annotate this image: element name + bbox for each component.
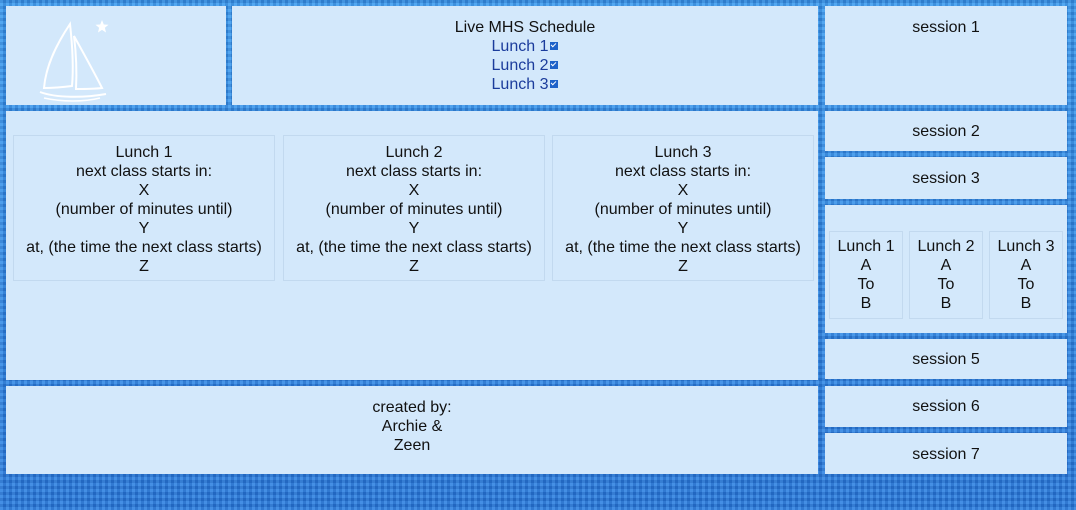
lunch-1-toggle[interactable]: Lunch 1 <box>232 37 818 56</box>
next-class-label: next class starts in: <box>614 163 752 180</box>
end-value: B <box>860 295 872 312</box>
end-value: B <box>1020 295 1032 312</box>
checkbox-icon[interactable] <box>550 80 559 88</box>
time-description: at, (the time the next class starts) <box>26 239 262 256</box>
session-7-panel: session 7 <box>825 433 1067 474</box>
lunch-2-countdown: Lunch 2 next class starts in: X (number … <box>283 135 545 281</box>
session-4-lunch-2: Lunch 2 A To B <box>909 231 983 319</box>
credits-name-1: Archie & <box>381 418 443 435</box>
minutes-description: (number of minutes until) <box>594 201 772 218</box>
session-6-panel: session 6 <box>825 386 1067 427</box>
credits-name-2: Zeen <box>393 437 431 454</box>
minutes-description: (number of minutes until) <box>325 201 503 218</box>
lunch-name: Lunch 1 <box>837 238 895 255</box>
minutes-description: (number of minutes until) <box>55 201 233 218</box>
session-7-label: session 7 <box>912 446 980 463</box>
minutes-value: X <box>138 182 150 199</box>
next-class-label: next class starts in: <box>345 163 483 180</box>
sailboat-logo-icon <box>39 20 109 102</box>
lunch-1-label[interactable]: Lunch 1 <box>492 38 549 55</box>
session-4-lunch-panel: Lunch 1 A To B Lunch 2 A To B Lunch 3 A … <box>825 205 1067 333</box>
lunch-2-toggle[interactable]: Lunch 2 <box>232 56 818 75</box>
session-3-panel: session 3 <box>825 157 1067 199</box>
session-4-lunch-3: Lunch 3 A To B <box>989 231 1063 319</box>
next-class-label: next class starts in: <box>75 163 213 180</box>
logo-panel <box>6 6 226 105</box>
lunch-name: Lunch 3 <box>654 144 712 161</box>
lunch-3-countdown: Lunch 3 next class starts in: X (number … <box>552 135 814 281</box>
session-2-panel: session 2 <box>825 111 1067 151</box>
time-value: Y <box>677 220 689 237</box>
lunch-name: Lunch 2 <box>385 144 443 161</box>
session-5-panel: session 5 <box>825 339 1067 379</box>
session-1-panel: session 1 <box>825 6 1067 105</box>
to-label: To <box>1017 276 1035 293</box>
z-value: Z <box>678 258 688 275</box>
session-4-lunch-1: Lunch 1 A To B <box>829 231 903 319</box>
credits-footer: created by: Archie & Zeen <box>6 386 818 474</box>
time-description: at, (the time the next class starts) <box>565 239 801 256</box>
start-value: A <box>940 257 952 274</box>
start-value: A <box>1020 257 1032 274</box>
lunch-name: Lunch 2 <box>917 238 975 255</box>
checkbox-icon[interactable] <box>550 61 559 69</box>
session-3-label: session 3 <box>912 170 980 187</box>
session-2-label: session 2 <box>912 123 980 140</box>
time-value: Y <box>138 220 150 237</box>
start-value: A <box>860 257 872 274</box>
z-value: Z <box>409 258 419 275</box>
to-label: To <box>857 276 875 293</box>
session-5-label: session 5 <box>912 351 980 368</box>
credits-label: created by: <box>372 399 452 416</box>
lunch-3-label[interactable]: Lunch 3 <box>492 76 549 93</box>
schedule-header: Live MHS Schedule Lunch 1 Lunch 2 Lunch … <box>232 6 818 105</box>
lunch-2-label[interactable]: Lunch 2 <box>492 57 549 74</box>
lunch-countdown-panel: Lunch 1 next class starts in: X (number … <box>6 111 818 380</box>
to-label: To <box>937 276 955 293</box>
minutes-value: X <box>408 182 420 199</box>
page-title: Live MHS Schedule <box>454 19 596 36</box>
end-value: B <box>940 295 952 312</box>
lunch-3-toggle[interactable]: Lunch 3 <box>232 75 818 94</box>
session-1-label: session 1 <box>912 19 980 36</box>
time-description: at, (the time the next class starts) <box>296 239 532 256</box>
checkbox-icon[interactable] <box>550 42 559 50</box>
z-value: Z <box>139 258 149 275</box>
lunch-name: Lunch 1 <box>115 144 173 161</box>
time-value: Y <box>408 220 420 237</box>
session-6-label: session 6 <box>912 398 980 415</box>
lunch-1-countdown: Lunch 1 next class starts in: X (number … <box>13 135 275 281</box>
lunch-name: Lunch 3 <box>997 238 1055 255</box>
minutes-value: X <box>677 182 689 199</box>
